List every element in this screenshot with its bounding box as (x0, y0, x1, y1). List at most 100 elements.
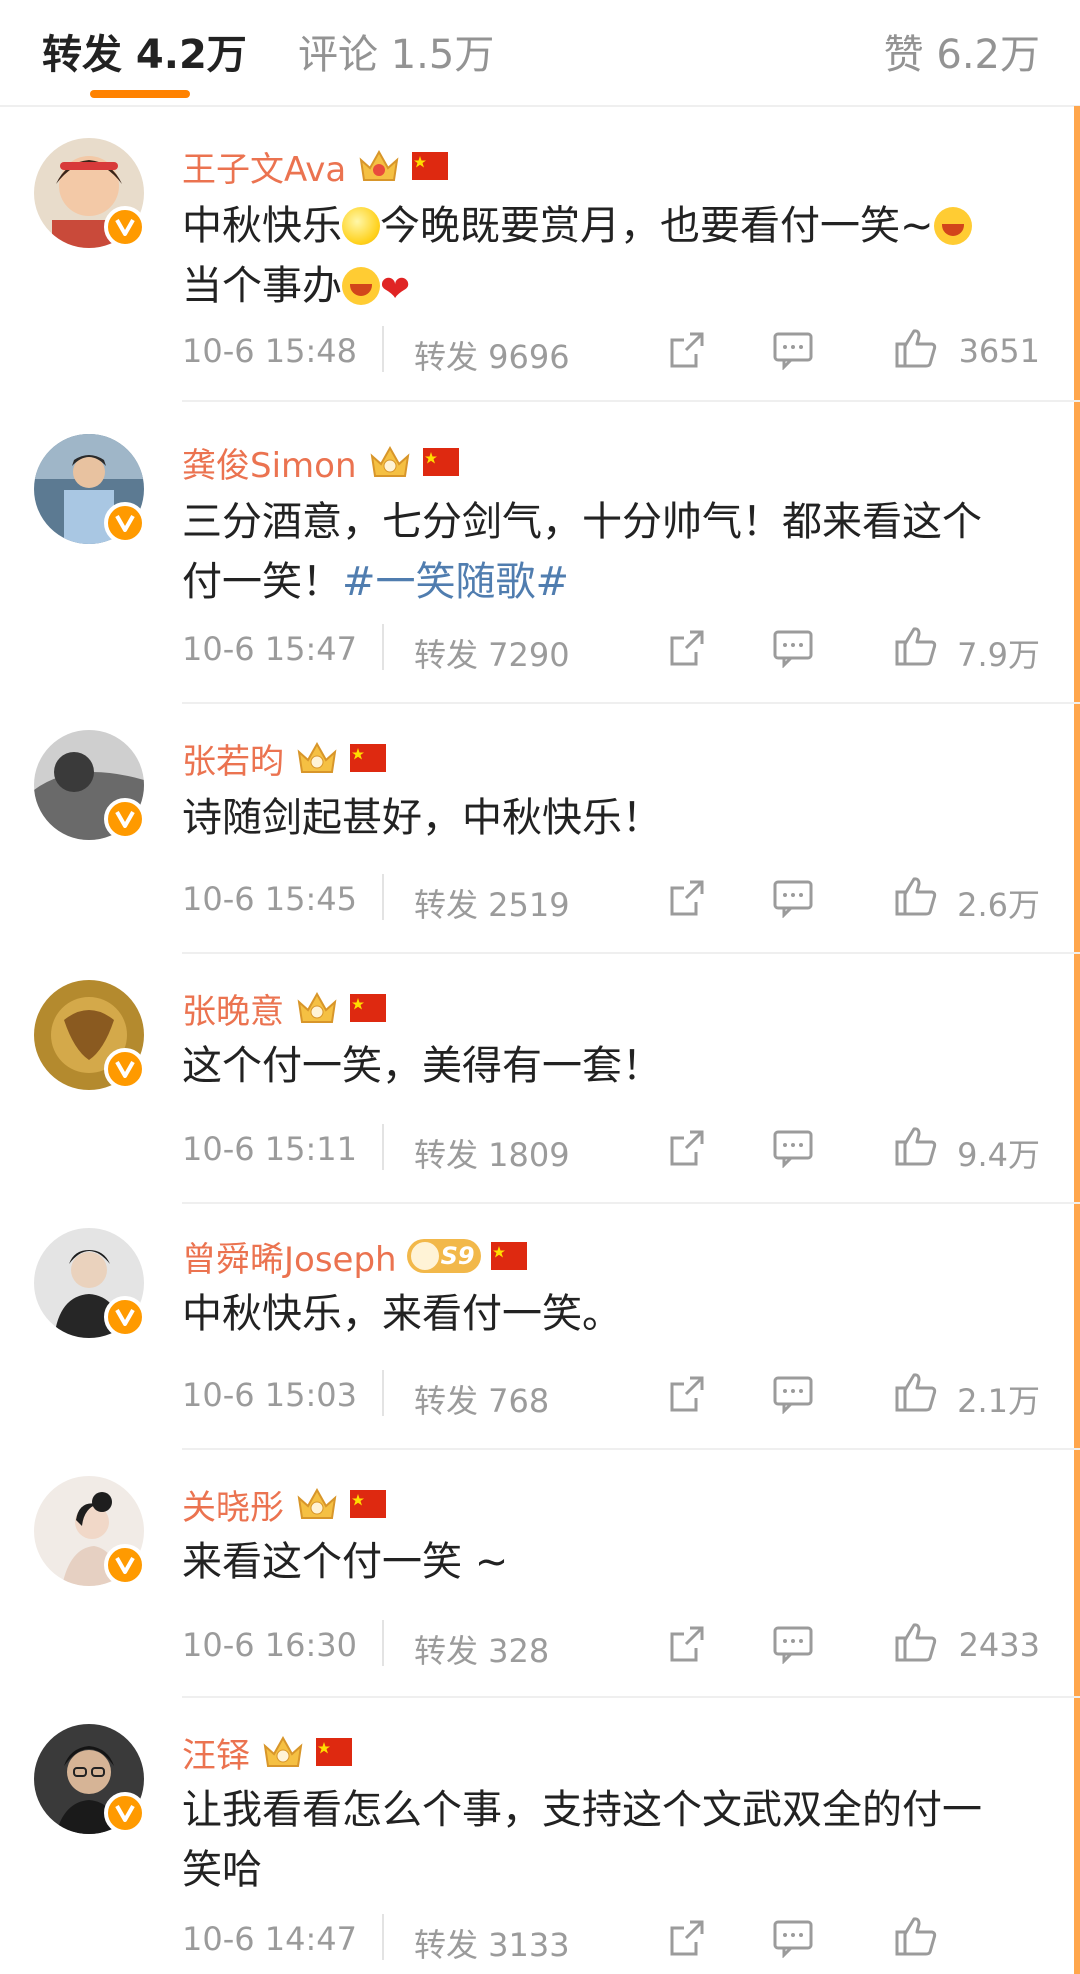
repost-count[interactable]: 转发 768 (414, 1376, 549, 1422)
username[interactable]: 王子文Ava (182, 142, 346, 191)
content-text: 三分酒意，七分剑气，十分帅气！都来看这个付一笑！ (182, 499, 982, 605)
thumbs-up-icon[interactable] (894, 624, 938, 668)
repost-count[interactable]: 转发 2519 (414, 880, 570, 926)
thumbs-up-icon[interactable] (894, 874, 938, 918)
timestamp: 10-6 15:03 (182, 1376, 358, 1414)
thumbs-up-icon[interactable] (894, 1370, 938, 1414)
post-meta: 10-6 15:48 转发 9696 3651 (182, 326, 1040, 376)
repost-count[interactable]: 转发 1809 (414, 1130, 570, 1176)
username[interactable]: 汪铎 (182, 1728, 250, 1777)
thumbs-up-icon[interactable] (894, 1914, 938, 1958)
divider (182, 702, 1080, 704)
timestamp: 10-6 15:47 (182, 630, 358, 668)
divider (182, 400, 1080, 402)
china-flag-icon (490, 1242, 527, 1270)
comment-icon[interactable] (772, 330, 814, 370)
post-content: 中秋快乐 今晚既要赏月，也要看付一笑~ 当个事办 ❤ (182, 196, 1022, 320)
avatar[interactable] (34, 980, 146, 1090)
thumbs-up-icon[interactable] (894, 1124, 938, 1168)
content-text: 诗随剑起甚好，中秋快乐！ (182, 795, 662, 841)
like-count: 2433 (958, 1626, 1040, 1664)
share-icon[interactable] (668, 330, 708, 370)
divider (0, 105, 1080, 107)
repost-count[interactable]: 转发 328 (414, 1626, 549, 1672)
thumbs-up-icon[interactable] (894, 1620, 938, 1664)
post-meta: 10-6 14:47 转发 3133 (182, 1914, 1040, 1964)
share-icon[interactable] (668, 1374, 708, 1414)
username[interactable]: 张若昀 (182, 734, 284, 783)
username[interactable]: 龚俊Simon (182, 438, 357, 487)
heart-emoji-icon: ❤ (380, 269, 411, 310)
timestamp: 10-6 15:45 (182, 880, 358, 918)
timestamp: 10-6 14:47 (182, 1920, 358, 1958)
repost-count[interactable]: 转发 7290 (414, 630, 570, 676)
comment-icon[interactable] (772, 1624, 814, 1664)
crown-icon (297, 741, 337, 773)
divider (382, 1124, 384, 1170)
verified-v-icon (104, 798, 146, 840)
username[interactable]: 张晚意 (182, 984, 284, 1033)
thumbs-up-icon[interactable] (894, 326, 938, 370)
share-icon[interactable] (668, 878, 708, 918)
like-count: 2.6万 (957, 886, 1040, 924)
page-edge (1074, 106, 1080, 1974)
content-text: 让我看看怎么个事，支持这个文武双全的付一笑哈 (182, 1787, 982, 1893)
repost-count[interactable]: 转发 9696 (414, 332, 570, 378)
comment-icon[interactable] (772, 1128, 814, 1168)
tab-bar: 转发 4.2万 评论 1.5万 赞 6.2万 (0, 0, 1080, 107)
share-icon[interactable] (668, 1624, 708, 1664)
share-icon[interactable] (668, 1918, 708, 1958)
china-flag-icon (412, 152, 449, 180)
verified-v-icon (104, 1296, 146, 1338)
divider (382, 874, 384, 920)
timestamp: 10-6 15:11 (182, 1130, 358, 1168)
tab-repost[interactable]: 转发 4.2万 (42, 22, 247, 80)
share-icon[interactable] (668, 1128, 708, 1168)
content-text: 中秋快乐 (182, 203, 342, 249)
comment-icon[interactable] (772, 1374, 814, 1414)
post-content: 让我看看怎么个事，支持这个文武双全的付一笑哈 (182, 1780, 1012, 1900)
comment-icon[interactable] (772, 878, 814, 918)
china-flag-icon (422, 448, 459, 476)
topic-link[interactable]: #一笑随歌# (342, 559, 569, 605)
avatar[interactable] (34, 730, 146, 840)
username[interactable]: 关晓彤 (182, 1480, 284, 1529)
china-flag-icon (350, 744, 386, 772)
divider (382, 1370, 384, 1416)
like-count: 9.4万 (957, 1136, 1040, 1174)
avatar[interactable] (34, 1724, 146, 1834)
post-content: 三分酒意，七分剑气，十分帅气！都来看这个付一笑！#一笑随歌# (182, 492, 1012, 612)
post-content: 这个付一笑，美得有一套！ (182, 1036, 1022, 1096)
comment-icon[interactable] (772, 1918, 814, 1958)
avatar[interactable] (34, 138, 146, 248)
share-icon[interactable] (668, 628, 708, 668)
laughing-emoji-icon (933, 207, 972, 245)
china-flag-icon (350, 994, 386, 1022)
avatar[interactable] (34, 1476, 146, 1586)
avatar[interactable] (34, 434, 146, 544)
username[interactable]: 曾舜晞Joseph (182, 1232, 397, 1281)
crown-icon (297, 1487, 337, 1519)
crown-icon (359, 149, 399, 181)
tab-like[interactable]: 赞 6.2万 (884, 22, 1040, 80)
badge-label: S9 (440, 1242, 475, 1270)
like-count: 3651 (958, 332, 1040, 370)
verified-v-icon (104, 502, 146, 544)
laughing-emoji-icon (342, 267, 380, 305)
post-content: 来看这个付一笑 ~ (182, 1532, 1022, 1592)
verified-v-icon (104, 206, 146, 248)
post-content: 中秋快乐，来看付一笑。 (182, 1284, 1022, 1344)
avatar[interactable] (34, 1228, 146, 1338)
repost-count[interactable]: 转发 3133 (414, 1920, 570, 1966)
china-flag-icon (350, 1490, 386, 1518)
divider (382, 1914, 384, 1960)
china-flag-icon (316, 1738, 352, 1766)
divider (182, 1696, 1080, 1698)
divider (382, 1620, 384, 1666)
moon-emoji-icon (342, 207, 380, 245)
comment-icon[interactable] (772, 628, 814, 668)
tab-comment[interactable]: 评论 1.5万 (298, 22, 494, 80)
like-count: 2.1万 (957, 1382, 1040, 1420)
crown-icon (297, 991, 337, 1023)
crown-icon (370, 445, 409, 477)
